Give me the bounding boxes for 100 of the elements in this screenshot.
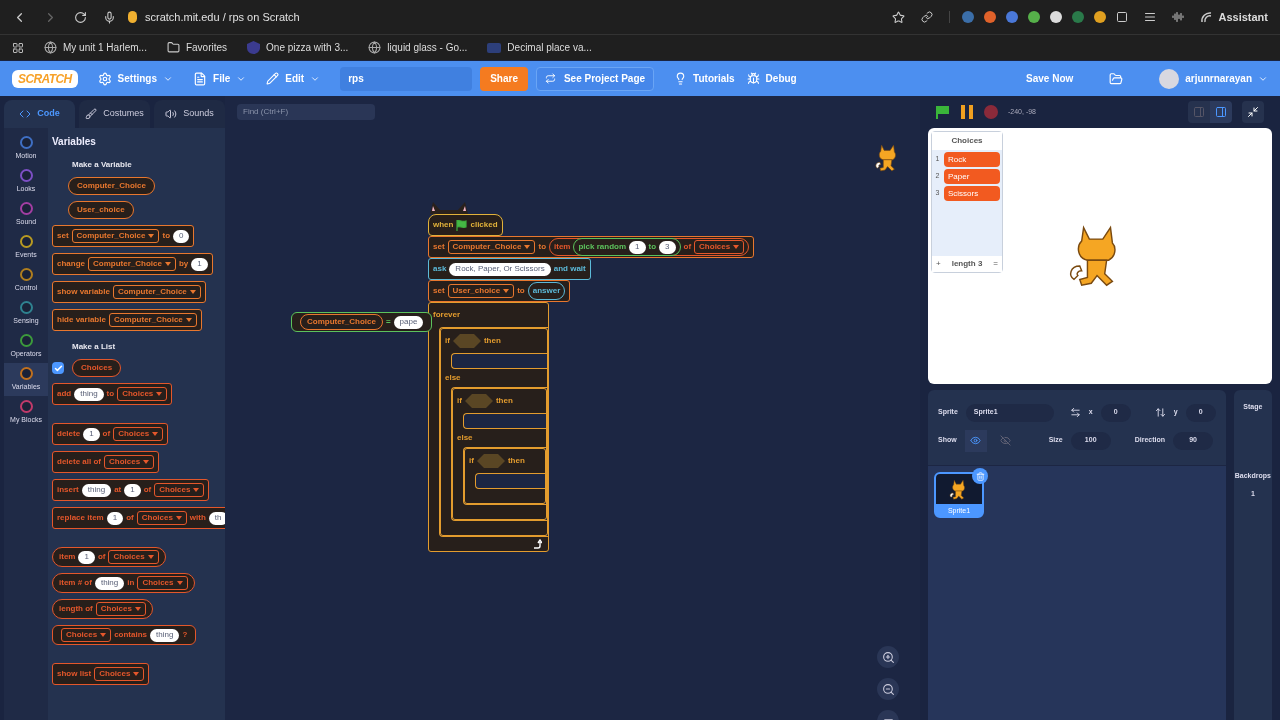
make-button[interactable]: Make a List	[72, 341, 116, 353]
dropdown-field[interactable]: Choices	[137, 576, 188, 590]
dropdown-field[interactable]: User_choice	[447, 284, 515, 298]
menu-icon[interactable]	[1144, 11, 1157, 23]
extension-icon[interactable]	[1050, 11, 1063, 23]
dropdown-field[interactable]: Choices	[108, 550, 159, 564]
dropdown-field[interactable]: Choices	[694, 240, 745, 254]
find-field[interactable]: Find (Ctrl+F)	[237, 104, 375, 120]
extension-icon[interactable]	[1028, 11, 1041, 23]
editor-tab[interactable]: Code	[4, 100, 75, 128]
stack-block[interactable]: delete all of Choices	[52, 451, 160, 473]
dropdown-field[interactable]: Choices	[154, 483, 205, 497]
stack-block[interactable]: hide variable Computer_Choice	[52, 309, 202, 331]
input-field[interactable]: Rock, Paper, Or Scissors	[449, 262, 551, 276]
dropdown-field[interactable]: Computer_Choice	[108, 313, 197, 327]
c-block[interactable]: forever if then else if then else if then	[428, 302, 549, 552]
dropdown-field[interactable]: Choices	[136, 511, 187, 525]
dropdown-field[interactable]: Computer_Choice	[71, 229, 160, 243]
input-field[interactable]: thing	[94, 576, 125, 590]
pause-button[interactable]	[960, 105, 974, 119]
see-project-page-button[interactable]: See Project Page	[535, 66, 655, 91]
bookmark-link[interactable]: Favorites	[185, 40, 228, 55]
variable-reporter[interactable]: Computer_Choice	[68, 177, 155, 195]
stack-block[interactable]: set User_choice to answer	[428, 280, 571, 302]
bookmark-link[interactable]: Decimal place va...	[507, 40, 592, 55]
stack-block[interactable]: replace item 1 of Choices with th	[52, 507, 225, 529]
editor-tab[interactable]: Costumes	[79, 100, 150, 128]
zoom-in-button[interactable]	[877, 646, 899, 668]
bookmark-link[interactable]: liquid glass - Go...	[387, 40, 468, 55]
apps-icon[interactable]	[12, 41, 24, 54]
reporter-block[interactable]: item 1 of Choices	[52, 547, 166, 567]
dropdown-field[interactable]: Choices	[94, 667, 145, 681]
input-field[interactable]: 1	[78, 550, 95, 564]
c-block[interactable]: if then else if then else if then	[440, 328, 548, 536]
dropdown-field[interactable]: Choices	[117, 387, 168, 401]
stack-block[interactable]: ask Rock, Paper, Or Scissors and wait	[428, 258, 591, 280]
input-field[interactable]: 1	[124, 483, 141, 497]
make-button[interactable]: Make a Variable	[72, 159, 132, 171]
dropdown-field[interactable]: Computer_Choice	[112, 285, 201, 299]
dropdown-field[interactable]: Choices	[113, 427, 164, 441]
reporter-block[interactable]: length of Choices	[52, 599, 153, 619]
show-button[interactable]	[964, 429, 987, 452]
reporter-block[interactable]: item pick random 1 to 3 of Choices	[549, 238, 750, 256]
extension-icon[interactable]	[1094, 11, 1107, 23]
assistant-button[interactable]: Assistant	[1218, 8, 1268, 26]
stack-block[interactable]: delete 1 of Choices	[52, 423, 169, 445]
stack-block[interactable]: insert thing at 1 of Choices	[52, 479, 210, 501]
bookmark-star-icon[interactable]	[892, 10, 906, 24]
stack-block[interactable]: set Computer_Choice to 0	[52, 225, 195, 247]
bookmark-link[interactable]: One pizza with 3...	[266, 40, 349, 55]
reload-icon[interactable]	[74, 10, 87, 24]
delete-sprite-button[interactable]	[972, 468, 988, 484]
input-field[interactable]: 1	[83, 427, 100, 441]
stack-block[interactable]: set Computer_Choice to item pick random 1 to 3 of Choices	[428, 236, 755, 258]
project-title-field[interactable]: rps	[340, 66, 473, 91]
resize-handle[interactable]: =	[993, 258, 998, 270]
flag-button[interactable]	[936, 105, 950, 119]
add-item-button[interactable]: +	[936, 258, 941, 270]
checkbox[interactable]	[52, 362, 64, 374]
c-block[interactable]: if then	[464, 448, 546, 504]
dropdown-field[interactable]: Choices	[95, 602, 146, 616]
variable-reporter[interactable]: User_choice	[68, 201, 134, 219]
address-bar[interactable]: scratch.mit.edu / rps on Scratch	[145, 8, 300, 26]
folder-icon[interactable]	[1109, 71, 1124, 86]
reporter-block[interactable]: pick random 1 to 3	[573, 238, 681, 256]
variable-reporter[interactable]: Computer_Choice	[300, 314, 383, 330]
normal-stage-button[interactable]	[1210, 101, 1232, 123]
dropdown-field[interactable]: Choices	[61, 628, 112, 642]
input-field[interactable]: 0	[173, 229, 190, 243]
input-field[interactable]: 1	[191, 257, 208, 271]
input-field[interactable]: 3	[659, 240, 676, 254]
block-label: item	[554, 241, 571, 253]
microphone-icon[interactable]	[103, 10, 116, 24]
bookmark-link[interactable]: My unit 1 Harlem...	[63, 40, 147, 55]
input-field[interactable]: thing	[81, 483, 112, 497]
reporter-block[interactable]: answer	[527, 282, 566, 300]
hat-block[interactable]: when clicked	[428, 214, 503, 236]
input-field[interactable]: thing	[74, 387, 104, 401]
c-block[interactable]: if then else if then	[452, 388, 547, 520]
stack-block[interactable]: show list Choices	[52, 663, 150, 685]
fullscreen-button[interactable]	[1242, 101, 1264, 123]
input-field[interactable]: th	[208, 511, 225, 525]
stack-block[interactable]: change Computer_Choice by 1	[52, 253, 213, 275]
input-field[interactable]: 1	[106, 511, 124, 525]
link-icon[interactable]	[921, 11, 934, 23]
reporter-block[interactable]: item # of thing in Choices	[52, 573, 195, 593]
audio-icon[interactable]	[1172, 11, 1185, 23]
stack-block[interactable]: add thing to Choices	[52, 383, 173, 405]
editor-tab[interactable]: Sounds	[154, 100, 225, 128]
dropdown-field[interactable]: Choices	[104, 455, 155, 469]
input-field[interactable]: thing	[150, 628, 180, 642]
input-field[interactable]: 1	[629, 240, 646, 254]
dropdown-field[interactable]: Computer_Choice	[88, 257, 176, 271]
zoom-out-button[interactable]	[877, 678, 899, 700]
stack-block[interactable]: show variable Computer_Choice	[52, 281, 206, 303]
boolean-block[interactable]: Choices contains thing ?	[52, 625, 197, 645]
input-field[interactable]: pape	[393, 315, 424, 329]
list-reporter[interactable]: Choices	[72, 359, 122, 377]
boolean-block[interactable]: Computer_Choice = pape	[291, 312, 433, 332]
dropdown-field[interactable]: Computer_Choice	[447, 240, 536, 254]
